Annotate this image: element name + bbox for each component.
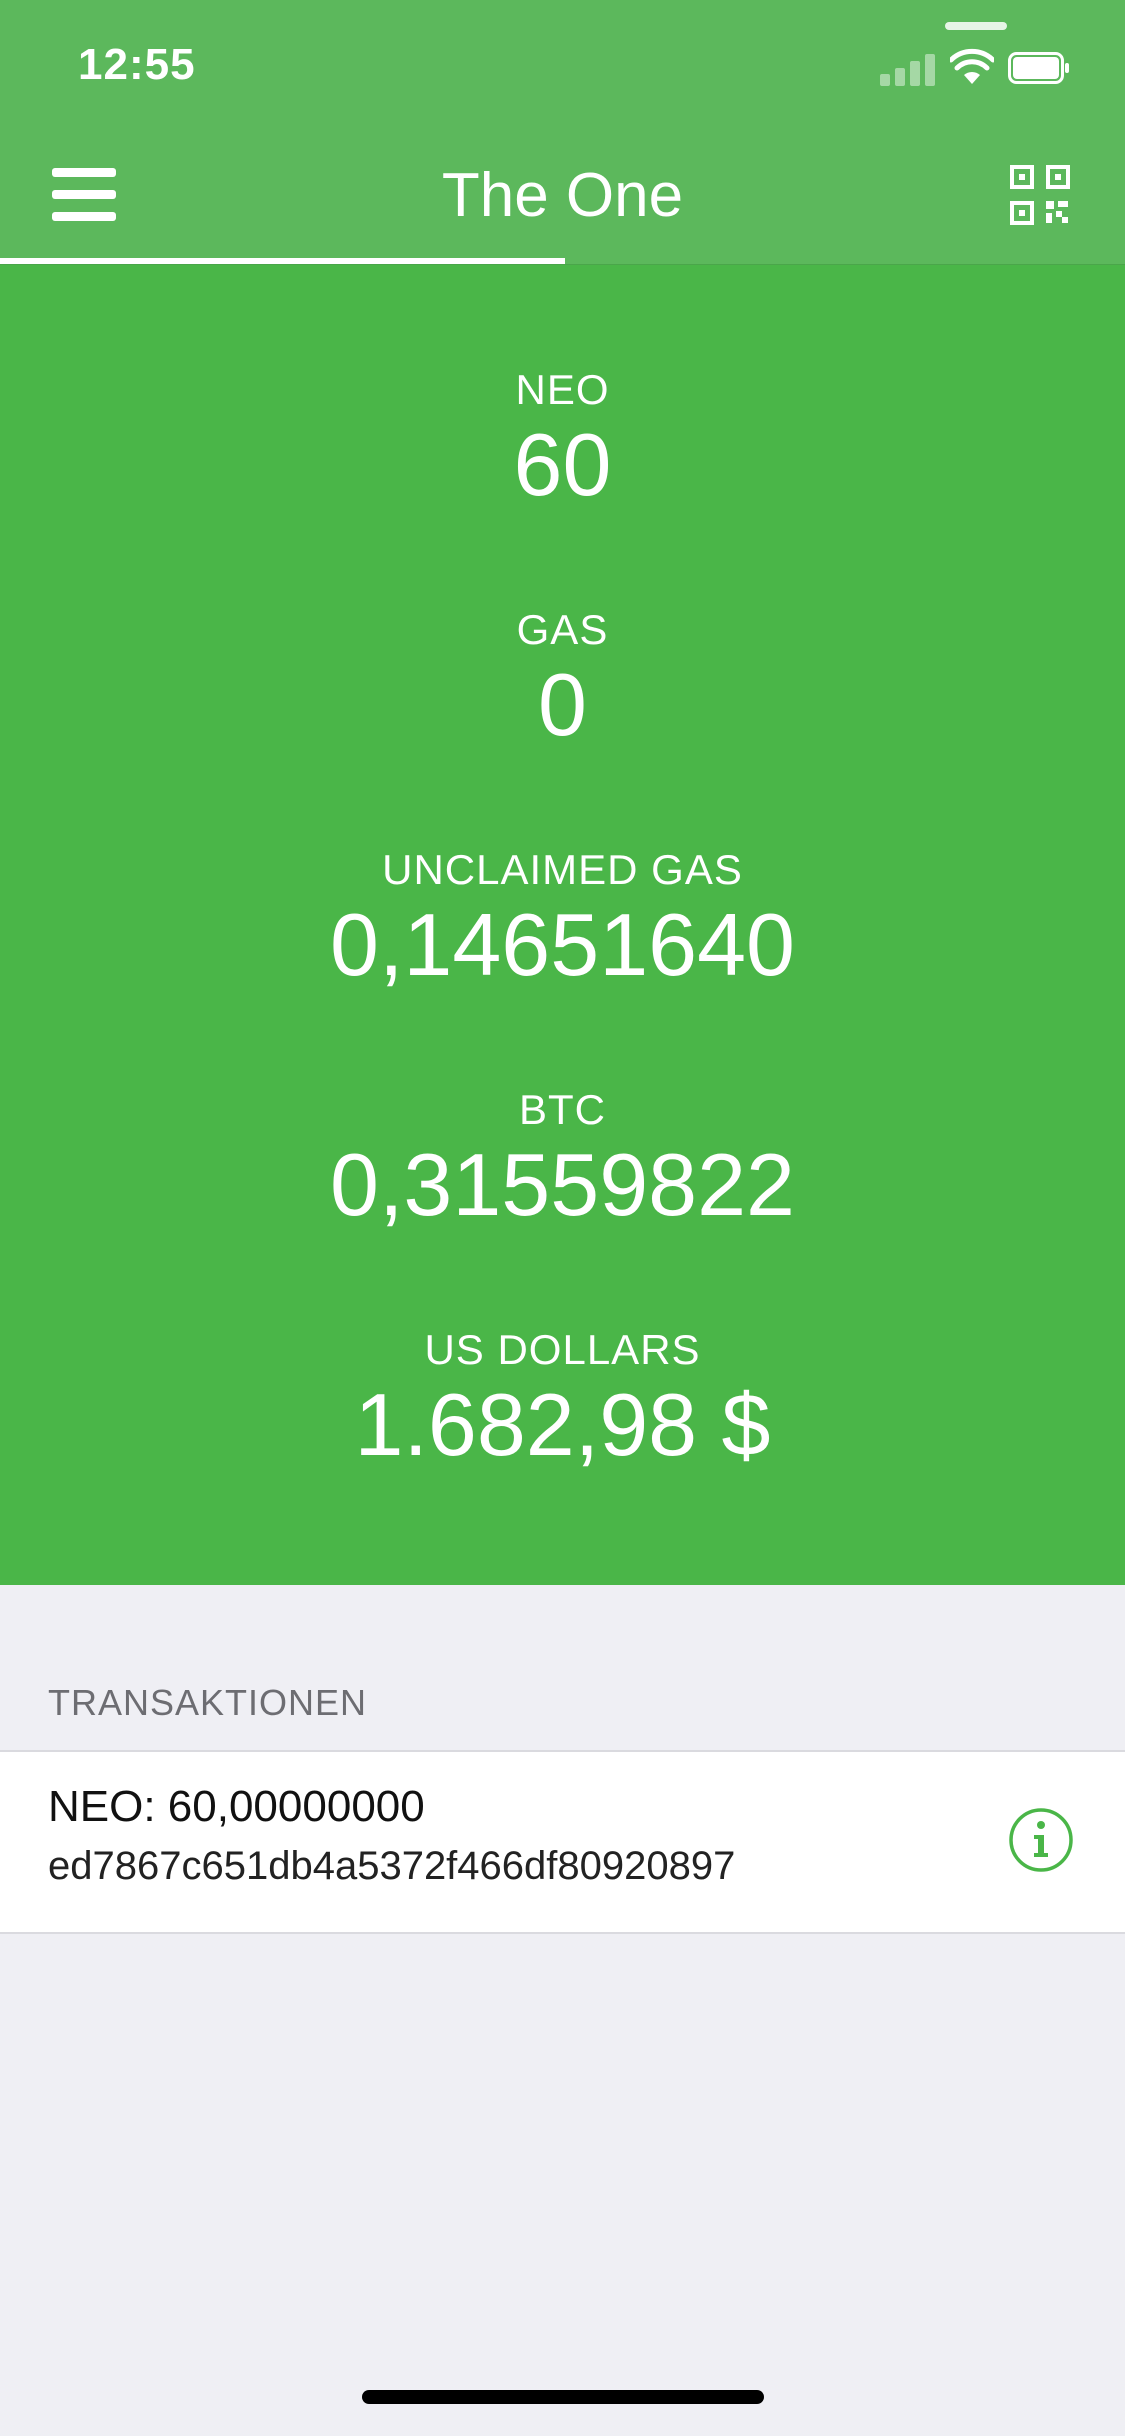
info-icon[interactable] xyxy=(1008,1807,1074,1873)
balance-label: NEO xyxy=(515,366,610,413)
balance-panel: NEO 60 GAS 0 UNCLAIMED GAS 0,14651640 BT… xyxy=(0,265,1125,1585)
cellular-signal-icon xyxy=(880,50,936,86)
balance-neo: NEO 60 xyxy=(0,365,1125,515)
balance-btc: BTC 0,31559822 xyxy=(0,1085,1125,1235)
balance-value: 60 xyxy=(513,415,612,514)
balance-label: BTC xyxy=(519,1086,606,1133)
balance-value: 0 xyxy=(538,655,587,754)
page-title: The One xyxy=(441,161,684,230)
top-bar: 12:55 The One xyxy=(0,0,1125,265)
transaction-row[interactable]: NEO: 60,00000000 ed7867c651db4a5372f466d… xyxy=(0,1752,1125,1932)
balance-value: 0,31559822 xyxy=(330,1135,795,1234)
balance-label: US DOLLARS xyxy=(424,1326,701,1373)
app-screen: 12:55 The One NEO 60 GAS 0 UNCLAIMED GAS… xyxy=(0,0,1125,2436)
home-indicator[interactable] xyxy=(362,2390,764,2404)
balance-label: UNCLAIMED GAS xyxy=(382,846,743,893)
balance-gas: GAS 0 xyxy=(0,605,1125,755)
transactions-list: NEO: 60,00000000 ed7867c651db4a5372f466d… xyxy=(0,1750,1125,1934)
balance-usd: US DOLLARS 1.682,98 $ xyxy=(0,1325,1125,1475)
notification-indicator xyxy=(945,22,1007,30)
balance-value: 1.682,98 $ xyxy=(354,1375,771,1474)
wifi-icon xyxy=(950,48,994,84)
transactions-header: TRANSAKTIONEN xyxy=(48,1682,368,1723)
transaction-hash: ed7867c651db4a5372f466df80920897 xyxy=(48,1844,736,1888)
qr-code-icon[interactable] xyxy=(1010,165,1070,225)
battery-icon xyxy=(1008,52,1069,84)
balance-label: GAS xyxy=(516,606,609,653)
status-time: 12:55 xyxy=(78,40,196,89)
transaction-amount: NEO: 60,00000000 xyxy=(48,1782,425,1831)
balance-value: 0,14651640 xyxy=(330,895,795,994)
balance-unclaimed-gas: UNCLAIMED GAS 0,14651640 xyxy=(0,845,1125,995)
